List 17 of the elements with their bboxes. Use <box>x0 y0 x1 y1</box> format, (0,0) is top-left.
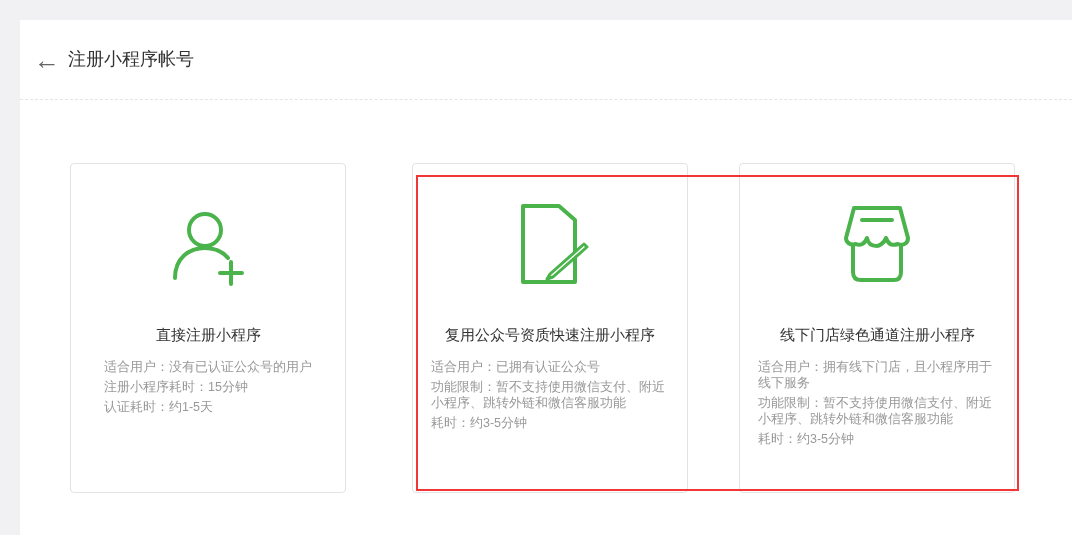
card-description: 耗时：约3-5分钟 <box>758 430 856 447</box>
option-card[interactable]: 直接注册小程序 适合用户：没有已认证公众号的用户 注册小程序耗时：15分钟 认证耗时：约1-5天 <box>70 163 346 493</box>
option-card[interactable]: 复用公众号资质快速注册小程序 适合用户：已拥有认证公众号 功能限制：暂不支持使用微信支付、附近小程序、跳转外链和微信客服功能 耗时：约3-5分钟 <box>412 163 688 493</box>
card-description: 认证耗时：约1-5天 <box>104 398 215 415</box>
card-description: 适合用户：拥有线下门店，且小程序用于线下服务 <box>758 358 993 391</box>
option-card[interactable]: 线下门店绿色通道注册小程序 适合用户：拥有线下门店，且小程序用于线下服务 功能限制：暂不支持使用微信支付、附近小程序、跳转外链和微信客服功能 耗时：约3-5分钟 <box>739 163 1015 493</box>
card-title: 复用公众号资质快速注册小程序 <box>444 325 656 345</box>
page-title: 注册小程序帐号 <box>68 48 194 71</box>
card-description: 耗时：约3-5分钟 <box>431 414 529 431</box>
card-description: 功能限制：暂不支持使用微信支付、附近小程序、跳转外链和微信客服功能 <box>758 394 993 427</box>
card-title: 直接注册小程序 <box>154 325 262 345</box>
card-title: 线下门店绿色通道注册小程序 <box>778 325 976 345</box>
back-button[interactable]: ← <box>34 46 58 73</box>
card-description: 功能限制：暂不支持使用微信支付、附近小程序、跳转外链和微信客服功能 <box>431 378 666 411</box>
card-description: 注册小程序耗时：15分钟 <box>104 378 249 395</box>
card-description: 适合用户：没有已认证公众号的用户 <box>104 358 312 375</box>
card-description: 适合用户：已拥有认证公众号 <box>431 358 601 375</box>
